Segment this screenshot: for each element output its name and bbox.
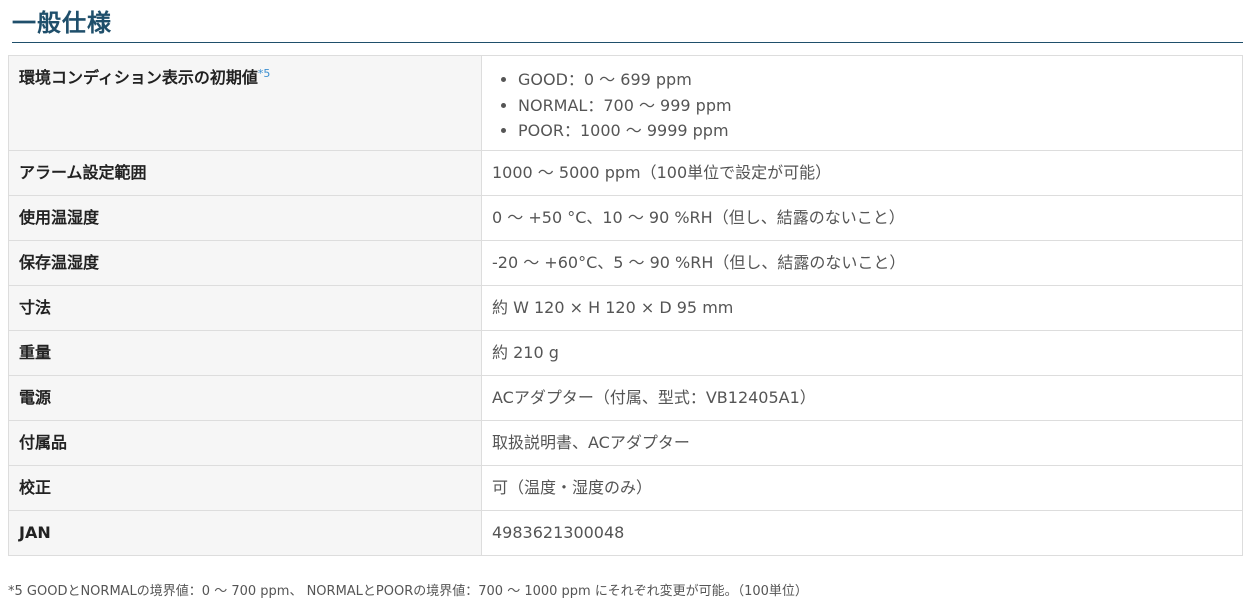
table-row: 寸法 約 W 120 × H 120 × D 95 mm — [8, 285, 1243, 331]
row-value: 約 210 g — [481, 330, 1243, 376]
table-row: JAN 4983621300048 — [8, 510, 1243, 556]
table-row: 環境コンディション表示の初期値*5 GOOD：0 ～ 699 ppm NORMA… — [8, 55, 1243, 151]
list-item: GOOD：0 ～ 699 ppm — [518, 67, 1232, 93]
footnote-ref-link[interactable]: *5 — [258, 67, 271, 80]
row-label: 付属品 — [8, 420, 482, 466]
list-item: NORMAL：700 ～ 999 ppm — [518, 93, 1232, 119]
row-label: 寸法 — [8, 285, 482, 331]
row-value-cell: GOOD：0 ～ 699 ppm NORMAL：700 ～ 999 ppm PO… — [481, 55, 1243, 151]
table-row: 保存温湿度 -20 ～ +60°C、5 ～ 90 %RH（但し、結露のないこと） — [8, 240, 1243, 286]
title-divider — [12, 42, 1243, 43]
section-title: 一般仕様 — [12, 9, 112, 37]
table-row: 電源 ACアダプター（付属、型式：VB12405A1） — [8, 375, 1243, 421]
row-label: 環境コンディション表示の初期値 — [19, 68, 258, 87]
row-value: 約 W 120 × H 120 × D 95 mm — [481, 285, 1243, 331]
row-label: 電源 — [8, 375, 482, 421]
row-value: ACアダプター（付属、型式：VB12405A1） — [481, 375, 1243, 421]
row-value: 1000 ～ 5000 ppm（100単位で設定が可能） — [481, 150, 1243, 196]
row-label: アラーム設定範囲 — [8, 150, 482, 196]
table-row: アラーム設定範囲 1000 ～ 5000 ppm（100単位で設定が可能） — [8, 150, 1243, 196]
row-value: 0 ～ +50 °C、10 ～ 90 %RH（但し、結露のないこと） — [481, 195, 1243, 241]
table-row: 重量 約 210 g — [8, 330, 1243, 376]
table-row: 付属品 取扱説明書、ACアダプター — [8, 420, 1243, 466]
row-label: 校正 — [8, 465, 482, 511]
row-label: 保存温湿度 — [8, 240, 482, 286]
spec-table: 環境コンディション表示の初期値*5 GOOD：0 ～ 699 ppm NORMA… — [8, 55, 1243, 556]
row-label: 使用温湿度 — [8, 195, 482, 241]
footnote: *5 GOODとNORMALの境界値：0 ～ 700 ppm、 NORMALとP… — [8, 584, 808, 599]
table-row: 使用温湿度 0 ～ +50 °C、10 ～ 90 %RH（但し、結露のないこと） — [8, 195, 1243, 241]
row-value: 4983621300048 — [481, 510, 1243, 556]
row-value: 可（温度・湿度のみ） — [481, 465, 1243, 511]
row-label: JAN — [8, 510, 482, 556]
row-label-cell: 環境コンディション表示の初期値*5 — [8, 55, 482, 151]
condition-level-list: GOOD：0 ～ 699 ppm NORMAL：700 ～ 999 ppm PO… — [492, 67, 1232, 144]
table-row: 校正 可（温度・湿度のみ） — [8, 465, 1243, 511]
row-label: 重量 — [8, 330, 482, 376]
row-value: -20 ～ +60°C、5 ～ 90 %RH（但し、結露のないこと） — [481, 240, 1243, 286]
list-item: POOR：1000 ～ 9999 ppm — [518, 118, 1232, 144]
row-value: 取扱説明書、ACアダプター — [481, 420, 1243, 466]
